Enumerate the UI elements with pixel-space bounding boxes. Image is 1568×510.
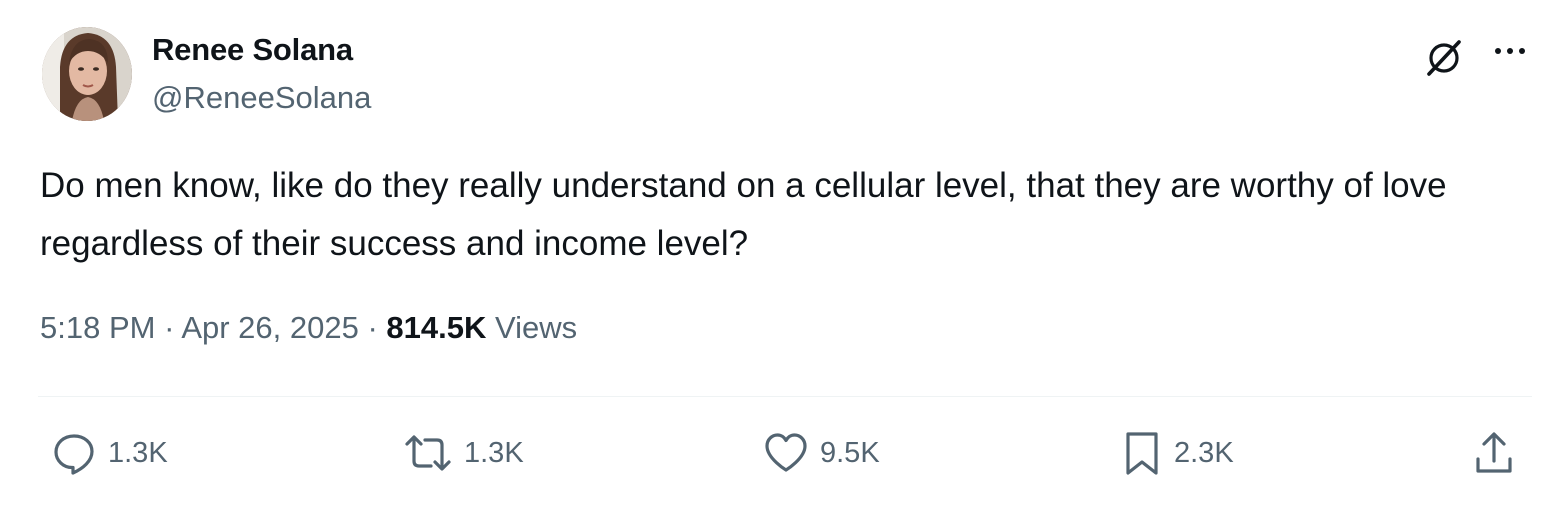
user-handle[interactable]: @ReneeSolana	[152, 80, 371, 116]
more-options-icon[interactable]	[1488, 36, 1532, 66]
tweet-date[interactable]: Apr 26, 2025	[181, 310, 359, 345]
tweet-time[interactable]: 5:18 PM	[40, 310, 155, 345]
views-label: Views	[495, 310, 578, 345]
tweet-card: Renee Solana @ReneeSolana Do men know, l…	[0, 0, 1568, 510]
repost-icon	[405, 435, 451, 471]
heart-icon	[765, 433, 807, 472]
meta-separator: ·	[164, 310, 175, 345]
bookmark-count: 2.3K	[1174, 436, 1234, 469]
like-button[interactable]: 9.5K	[762, 428, 880, 478]
reply-count: 1.3K	[108, 436, 168, 469]
share-button[interactable]	[1472, 428, 1516, 478]
reply-button[interactable]: 1.3K	[50, 428, 168, 478]
like-count: 9.5K	[820, 436, 880, 469]
tweet-meta: 5:18 PM · Apr 26, 2025 · 814.5K Views	[40, 310, 577, 346]
tweet-text: Do men know, like do they really underst…	[40, 166, 1447, 263]
views-count: 814.5K	[386, 310, 487, 345]
meta-separator: ·	[367, 310, 378, 345]
grok-icon[interactable]	[1422, 36, 1466, 80]
share-icon	[1476, 432, 1512, 473]
bookmark-button[interactable]: 2.3K	[1120, 428, 1234, 478]
profile-photo-icon	[42, 27, 132, 121]
bookmark-icon	[1126, 432, 1158, 475]
avatar[interactable]	[42, 27, 132, 121]
reply-icon	[54, 434, 94, 475]
repost-button[interactable]: 1.3K	[402, 428, 524, 478]
divider	[38, 396, 1532, 397]
repost-count: 1.3K	[464, 436, 524, 469]
display-name[interactable]: Renee Solana	[152, 32, 353, 68]
